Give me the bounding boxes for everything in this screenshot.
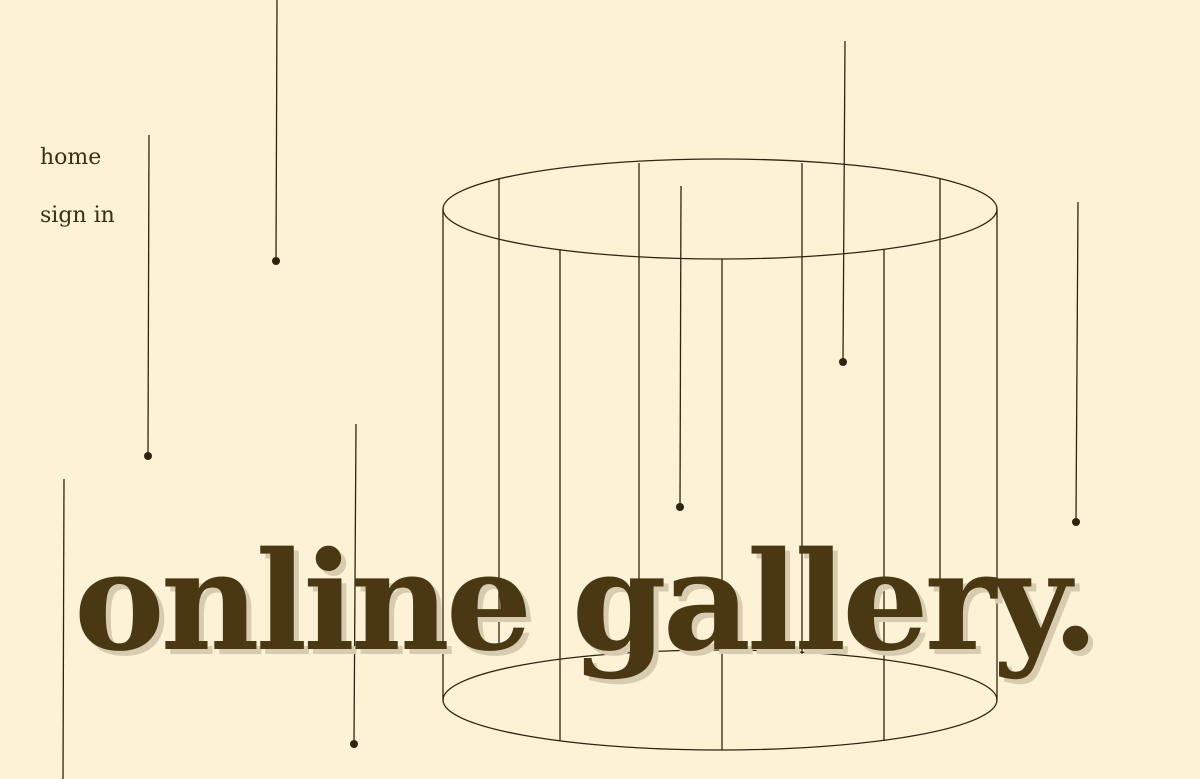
main-nav: home sign in [40,144,115,230]
hanging-line [1075,201,1079,522]
hanging-dot [350,740,358,748]
hanging-dot [676,503,684,511]
hanging-line [679,185,682,507]
hanging-line [275,0,278,261]
hanging-dot [144,452,152,460]
hanging-line [147,134,150,456]
hanging-line [842,40,846,362]
hanging-dot [839,358,847,366]
cylinder-top-rim [442,158,998,260]
hanging-dot [272,257,280,265]
hero-title: online gallery. [74,522,1099,682]
nav-link-home[interactable]: home [40,144,115,172]
hanging-line [62,478,65,779]
nav-link-sign-in[interactable]: sign in [40,202,115,230]
